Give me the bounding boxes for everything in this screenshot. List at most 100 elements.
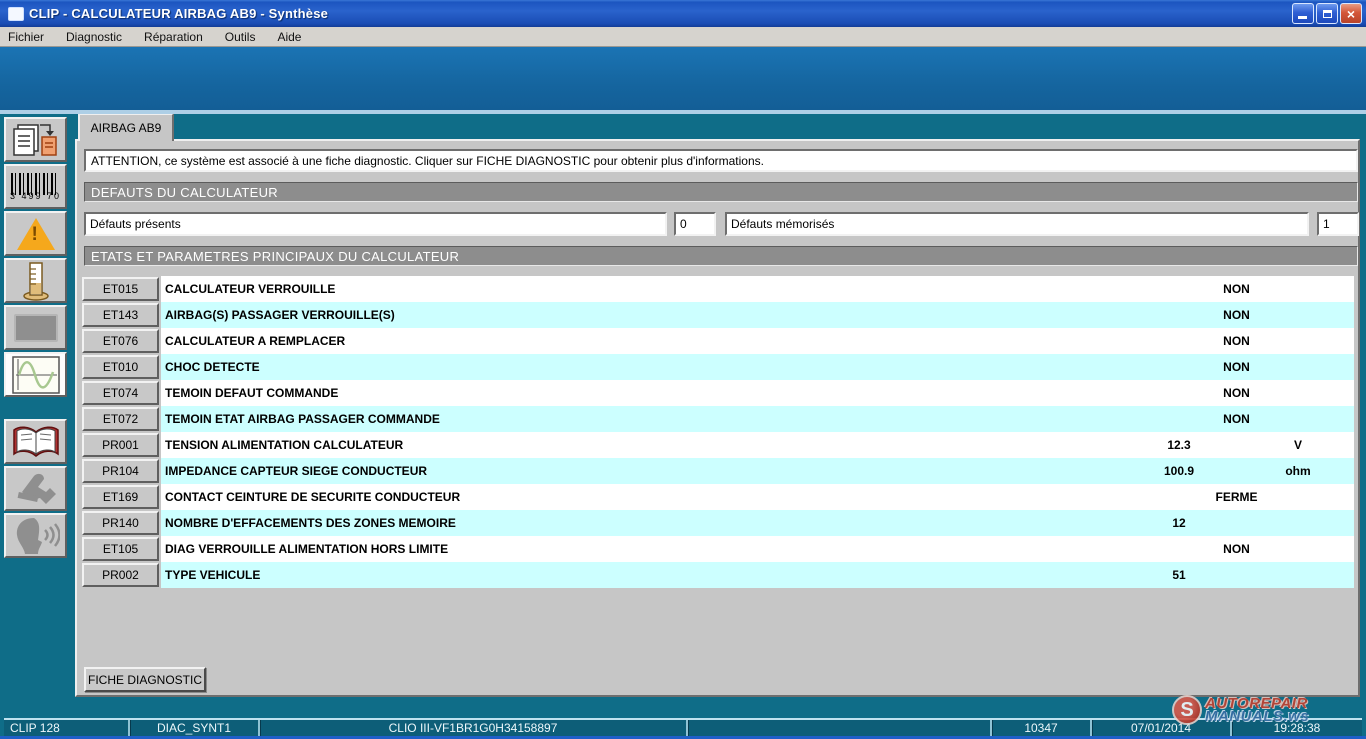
param-code-button[interactable]: ET010	[82, 355, 159, 379]
sidebar-voice-button[interactable]	[4, 513, 67, 558]
param-code-button[interactable]: PR140	[82, 511, 159, 535]
tab-airbag-ab9[interactable]: AIRBAG AB9	[78, 113, 174, 141]
defauts-presents-value: 0	[674, 212, 716, 236]
param-code-button[interactable]: PR001	[82, 433, 159, 457]
table-row: ET072 TEMOIN ETAT AIRBAG PASSAGER COMMAN…	[77, 406, 1362, 432]
clamp-tool-icon	[12, 470, 60, 508]
title-bar: CLIP - CALCULATEUR AIRBAG AB9 - Synthèse…	[0, 0, 1366, 27]
param-code-button[interactable]: ET143	[82, 303, 159, 327]
minimize-button[interactable]	[1292, 3, 1314, 24]
param-value: 12	[1119, 510, 1239, 536]
param-code-button[interactable]: ET072	[82, 407, 159, 431]
manual-book-icon	[11, 424, 61, 460]
table-row: PR140 NOMBRE D'EFFACEMENTS DES ZONES MEM…	[77, 510, 1362, 536]
status-code: 10347	[990, 720, 1090, 736]
restore-button[interactable]	[1316, 3, 1338, 24]
minimize-icon	[1298, 16, 1307, 19]
table-row: ET143 AIRBAG(S) PASSAGER VERROUILLE(S) N…	[77, 302, 1362, 328]
watermark-logo-icon: S	[1172, 695, 1202, 725]
menu-outils[interactable]: Outils	[225, 30, 256, 44]
watermark: S AUTOREPAIR MANUALS.ws	[1172, 693, 1362, 727]
param-label: CALCULATEUR A REMPLACER	[161, 334, 1119, 348]
param-label: TENSION ALIMENTATION CALCULATEUR	[161, 438, 1119, 452]
table-row: ET074 TEMOIN DEFAUT COMMANDE NON	[77, 380, 1362, 406]
section-header-defauts: DEFAUTS DU CALCULATEUR	[84, 182, 1358, 202]
menu-diagnostic[interactable]: Diagnostic	[66, 30, 122, 44]
param-label: DIAG VERROUILLE ALIMENTATION HORS LIMITE	[161, 542, 1119, 556]
param-label: TEMOIN ETAT AIRBAG PASSAGER COMMANDE	[161, 412, 1119, 426]
status-screen-code: DIAC_SYNT1	[128, 720, 258, 736]
table-row: PR001 TENSION ALIMENTATION CALCULATEUR 1…	[77, 432, 1362, 458]
warning-icon	[17, 218, 55, 250]
sidebar-clamp-button[interactable]	[4, 466, 67, 511]
menu-fichier[interactable]: Fichier	[8, 30, 44, 44]
param-label: TYPE VEHICULE	[161, 568, 1119, 582]
param-code-button[interactable]: PR002	[82, 563, 159, 587]
param-code-button[interactable]: PR104	[82, 459, 159, 483]
table-row: ET076 CALCULATEUR A REMPLACER NON	[77, 328, 1362, 354]
defauts-memorises-value: 1	[1317, 212, 1359, 236]
param-label: CONTACT CEINTURE DE SECURITE CONDUCTEUR	[161, 490, 1119, 504]
table-row: PR104 IMPEDANCE CAPTEUR SIEGE CONDUCTEUR…	[77, 458, 1362, 484]
param-unit: V	[1242, 432, 1354, 458]
attention-message: ATTENTION, ce système est associé à une …	[84, 149, 1358, 172]
documents-copy-icon	[10, 121, 62, 159]
table-row: ET169 CONTACT CEINTURE DE SECURITE CONDU…	[77, 484, 1362, 510]
param-state: NON	[1119, 328, 1354, 354]
param-label: CHOC DETECTE	[161, 360, 1119, 374]
param-state: NON	[1119, 276, 1354, 302]
measuring-cylinder-icon	[19, 261, 53, 301]
toolbar-underline	[0, 110, 1366, 114]
status-bar: CLIP 128 DIAC_SYNT1 CLIO III-VF1BR1G0H34…	[4, 718, 1362, 736]
table-row: ET010 CHOC DETECTE NON	[77, 354, 1362, 380]
sidebar-waveform-button[interactable]	[4, 352, 67, 397]
param-label: TEMOIN DEFAUT COMMANDE	[161, 386, 1119, 400]
param-label: AIRBAG(S) PASSAGER VERROUILLE(S)	[161, 308, 1119, 322]
close-button[interactable]: ×	[1340, 3, 1362, 24]
param-state: NON	[1119, 406, 1354, 432]
menu-bar: Fichier Diagnostic Réparation Outils Aid…	[0, 27, 1366, 47]
param-value: 12.3	[1119, 432, 1239, 458]
param-code-button[interactable]: ET169	[82, 485, 159, 509]
table-row: PR002 TYPE VEHICULE 51	[77, 562, 1362, 588]
sidebar-documents-button[interactable]	[4, 117, 67, 162]
param-state: NON	[1119, 354, 1354, 380]
fiche-diagnostic-button[interactable]: FICHE DIAGNOSTIC	[84, 667, 206, 692]
param-label: NOMBRE D'EFFACEMENTS DES ZONES MEMOIRE	[161, 516, 1119, 530]
status-empty-segment	[686, 720, 990, 736]
main-panel: ATTENTION, ce système est associé à une …	[75, 139, 1360, 697]
toolbar	[0, 47, 1366, 110]
param-code-button[interactable]: ET074	[82, 381, 159, 405]
table-row: ET015 CALCULATEUR VERROUILLE NON	[77, 276, 1362, 302]
param-unit: ohm	[1242, 458, 1354, 484]
param-state: NON	[1119, 380, 1354, 406]
sidebar-warning-button[interactable]	[4, 211, 67, 256]
param-value: 100.9	[1119, 458, 1239, 484]
section-header-etats: ETATS ET PARAMETRES PRINCIPAUX DU CALCUL…	[84, 246, 1358, 266]
param-code-button[interactable]: ET105	[82, 537, 159, 561]
sidebar-barcode-button[interactable]: 3 499 70	[4, 164, 67, 209]
defauts-memorises-label: Défauts mémorisés	[725, 212, 1309, 236]
sidebar-screen-button[interactable]	[4, 305, 67, 350]
watermark-line2: MANUALS.ws	[1205, 710, 1309, 723]
param-code-button[interactable]: ET015	[82, 277, 159, 301]
param-value: 51	[1119, 562, 1239, 588]
sidebar-manual-button[interactable]	[4, 419, 67, 464]
param-label: CALCULATEUR VERROUILLE	[161, 282, 1119, 296]
voice-help-icon	[12, 516, 60, 556]
sidebar-measure-button[interactable]	[4, 258, 67, 303]
param-state: NON	[1119, 536, 1354, 562]
table-row: ET105 DIAG VERROUILLE ALIMENTATION HORS …	[77, 536, 1362, 562]
screen-icon	[14, 314, 58, 342]
param-code-button[interactable]: ET076	[82, 329, 159, 353]
param-state: NON	[1119, 302, 1354, 328]
menu-reparation[interactable]: Réparation	[144, 30, 203, 44]
menu-aide[interactable]: Aide	[277, 30, 301, 44]
barcode-icon: 3 499 70	[10, 173, 61, 201]
app-icon	[8, 7, 24, 21]
restore-icon	[1323, 10, 1332, 18]
window-title: CLIP - CALCULATEUR AIRBAG AB9 - Synthèse	[29, 6, 328, 21]
waveform-icon	[12, 356, 60, 394]
clip-application-window: CLIP - CALCULATEUR AIRBAG AB9 - Synthèse…	[0, 0, 1366, 739]
status-vehicle-vin: CLIO III-VF1BR1G0H34158897	[258, 720, 686, 736]
